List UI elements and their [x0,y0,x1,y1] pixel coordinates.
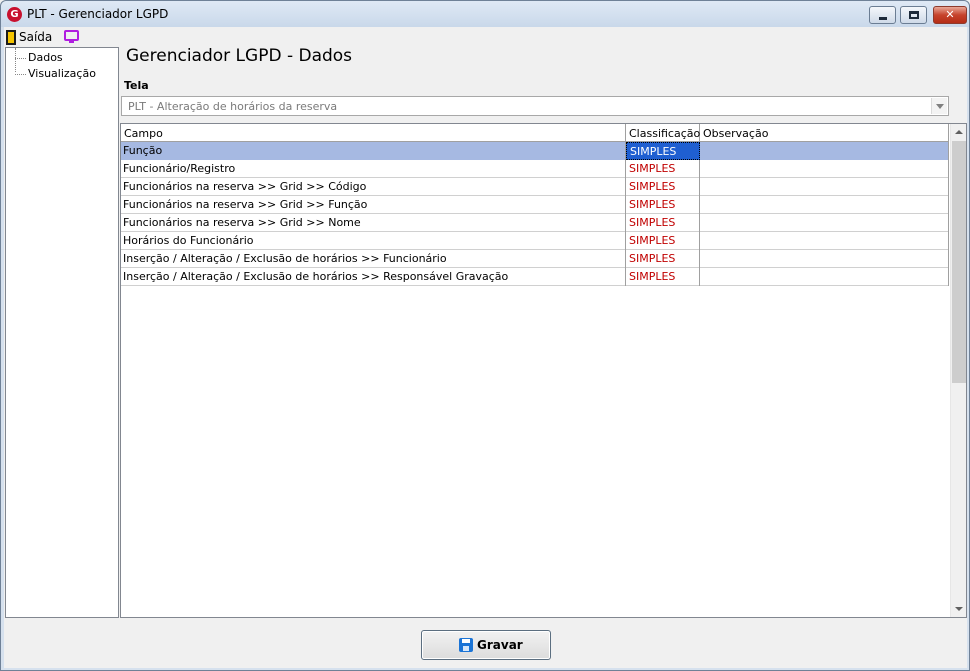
client-area: Saída Dados Visualização Gerenciador LGP… [4,27,967,668]
cell-classificacao[interactable]: SIMPLES [626,214,700,232]
vertical-scrollbar[interactable] [950,124,966,617]
cell-classificacao[interactable]: SIMPLES [626,178,700,196]
cell-observacao[interactable] [700,160,949,178]
table-row[interactable]: Funcionários na reserva >> Grid >> Códig… [121,178,949,196]
menu-saida[interactable]: Saída [6,28,52,46]
tree-connector [15,58,26,59]
window-title: PLT - Gerenciador LGPD [27,7,169,21]
maximize-button[interactable] [900,6,927,24]
cell-observacao[interactable] [700,268,949,286]
cell-observacao[interactable] [700,250,949,268]
column-header-campo[interactable]: Campo [121,124,626,142]
cell-classificacao[interactable]: SIMPLES [626,250,700,268]
cell-campo[interactable]: Funcionários na reserva >> Grid >> Códig… [121,178,626,196]
cell-campo[interactable]: Inserção / Alteração / Exclusão de horár… [121,268,626,286]
scroll-down-icon[interactable] [951,601,966,617]
table-row[interactable]: Horários do Funcionário SIMPLES [121,232,949,250]
maximize-icon [909,11,919,19]
minimize-icon [879,17,887,20]
cell-classificacao[interactable]: SIMPLES [626,142,700,160]
cell-observacao[interactable] [700,214,949,232]
minimize-button[interactable] [869,6,896,24]
cell-campo[interactable]: Funcionários na reserva >> Grid >> Funçã… [121,196,626,214]
cell-campo[interactable]: Funcionários na reserva >> Grid >> Nome [121,214,626,232]
table-row[interactable]: Funcionários na reserva >> Grid >> Nome … [121,214,949,232]
gravar-button[interactable]: Gravar [421,630,551,660]
cell-campo[interactable]: Horários do Funcionário [121,232,626,250]
cell-classificacao[interactable]: SIMPLES [626,160,700,178]
page-title: Gerenciador LGPD - Dados [126,46,353,66]
close-button[interactable]: ✕ [933,6,967,24]
cell-campo[interactable]: Funcionário/Registro [121,160,626,178]
cell-classificacao[interactable]: SIMPLES [626,196,700,214]
title-bar[interactable]: G PLT - Gerenciador LGPD ✕ [1,1,969,27]
table-row[interactable]: Funcionários na reserva >> Grid >> Funçã… [121,196,949,214]
sidebar-item-visualizacao[interactable]: Visualização [6,66,118,82]
table-row[interactable]: Função SIMPLES [121,142,949,160]
close-icon: ✕ [945,8,955,21]
sidebar-item-label: Dados [28,51,63,64]
scroll-thumb[interactable] [952,141,966,383]
exit-door-icon [6,29,16,45]
tela-select-value: PLT - Alteração de horários da reserva [128,100,338,113]
menu-saida-label: Saída [19,30,53,44]
sidebar-item-dados[interactable]: Dados [6,50,118,66]
app-window: G PLT - Gerenciador LGPD ✕ Saída Dados V… [0,0,970,671]
cell-observacao[interactable] [700,232,949,250]
cell-classificacao[interactable]: SIMPLES [626,268,700,286]
app-logo-icon: G [7,7,22,22]
table-row[interactable]: Inserção / Alteração / Exclusão de horár… [121,250,949,268]
sidebar-tree: Dados Visualização [5,47,119,618]
column-header-observacao[interactable]: Observação [700,124,949,142]
cell-campo[interactable]: Inserção / Alteração / Exclusão de horár… [121,250,626,268]
cell-classificacao[interactable]: SIMPLES [626,232,700,250]
column-header-classificacao[interactable]: Classificação [626,124,700,142]
menu-bar: Saída [4,27,967,47]
cell-campo[interactable]: Função [121,142,626,160]
sidebar-item-label: Visualização [28,67,96,80]
tela-select[interactable]: PLT - Alteração de horários da reserva [121,96,949,116]
grid-header: Campo Classificação Observação [121,124,949,142]
table-row[interactable]: Funcionário/Registro SIMPLES [121,160,949,178]
cell-observacao[interactable] [700,142,949,160]
table-row[interactable]: Inserção / Alteração / Exclusão de horár… [121,268,949,286]
tela-label: Tela [124,79,149,92]
save-disk-icon [459,638,473,652]
monitor-icon[interactable] [64,30,79,43]
tree-connector [15,74,26,75]
fields-grid: Campo Classificação Observação Função SI… [120,123,967,618]
cell-observacao[interactable] [700,178,949,196]
chevron-down-icon[interactable] [931,98,947,114]
gravar-label: Gravar [477,638,523,652]
cell-observacao[interactable] [700,196,949,214]
scroll-up-icon[interactable] [951,124,966,140]
